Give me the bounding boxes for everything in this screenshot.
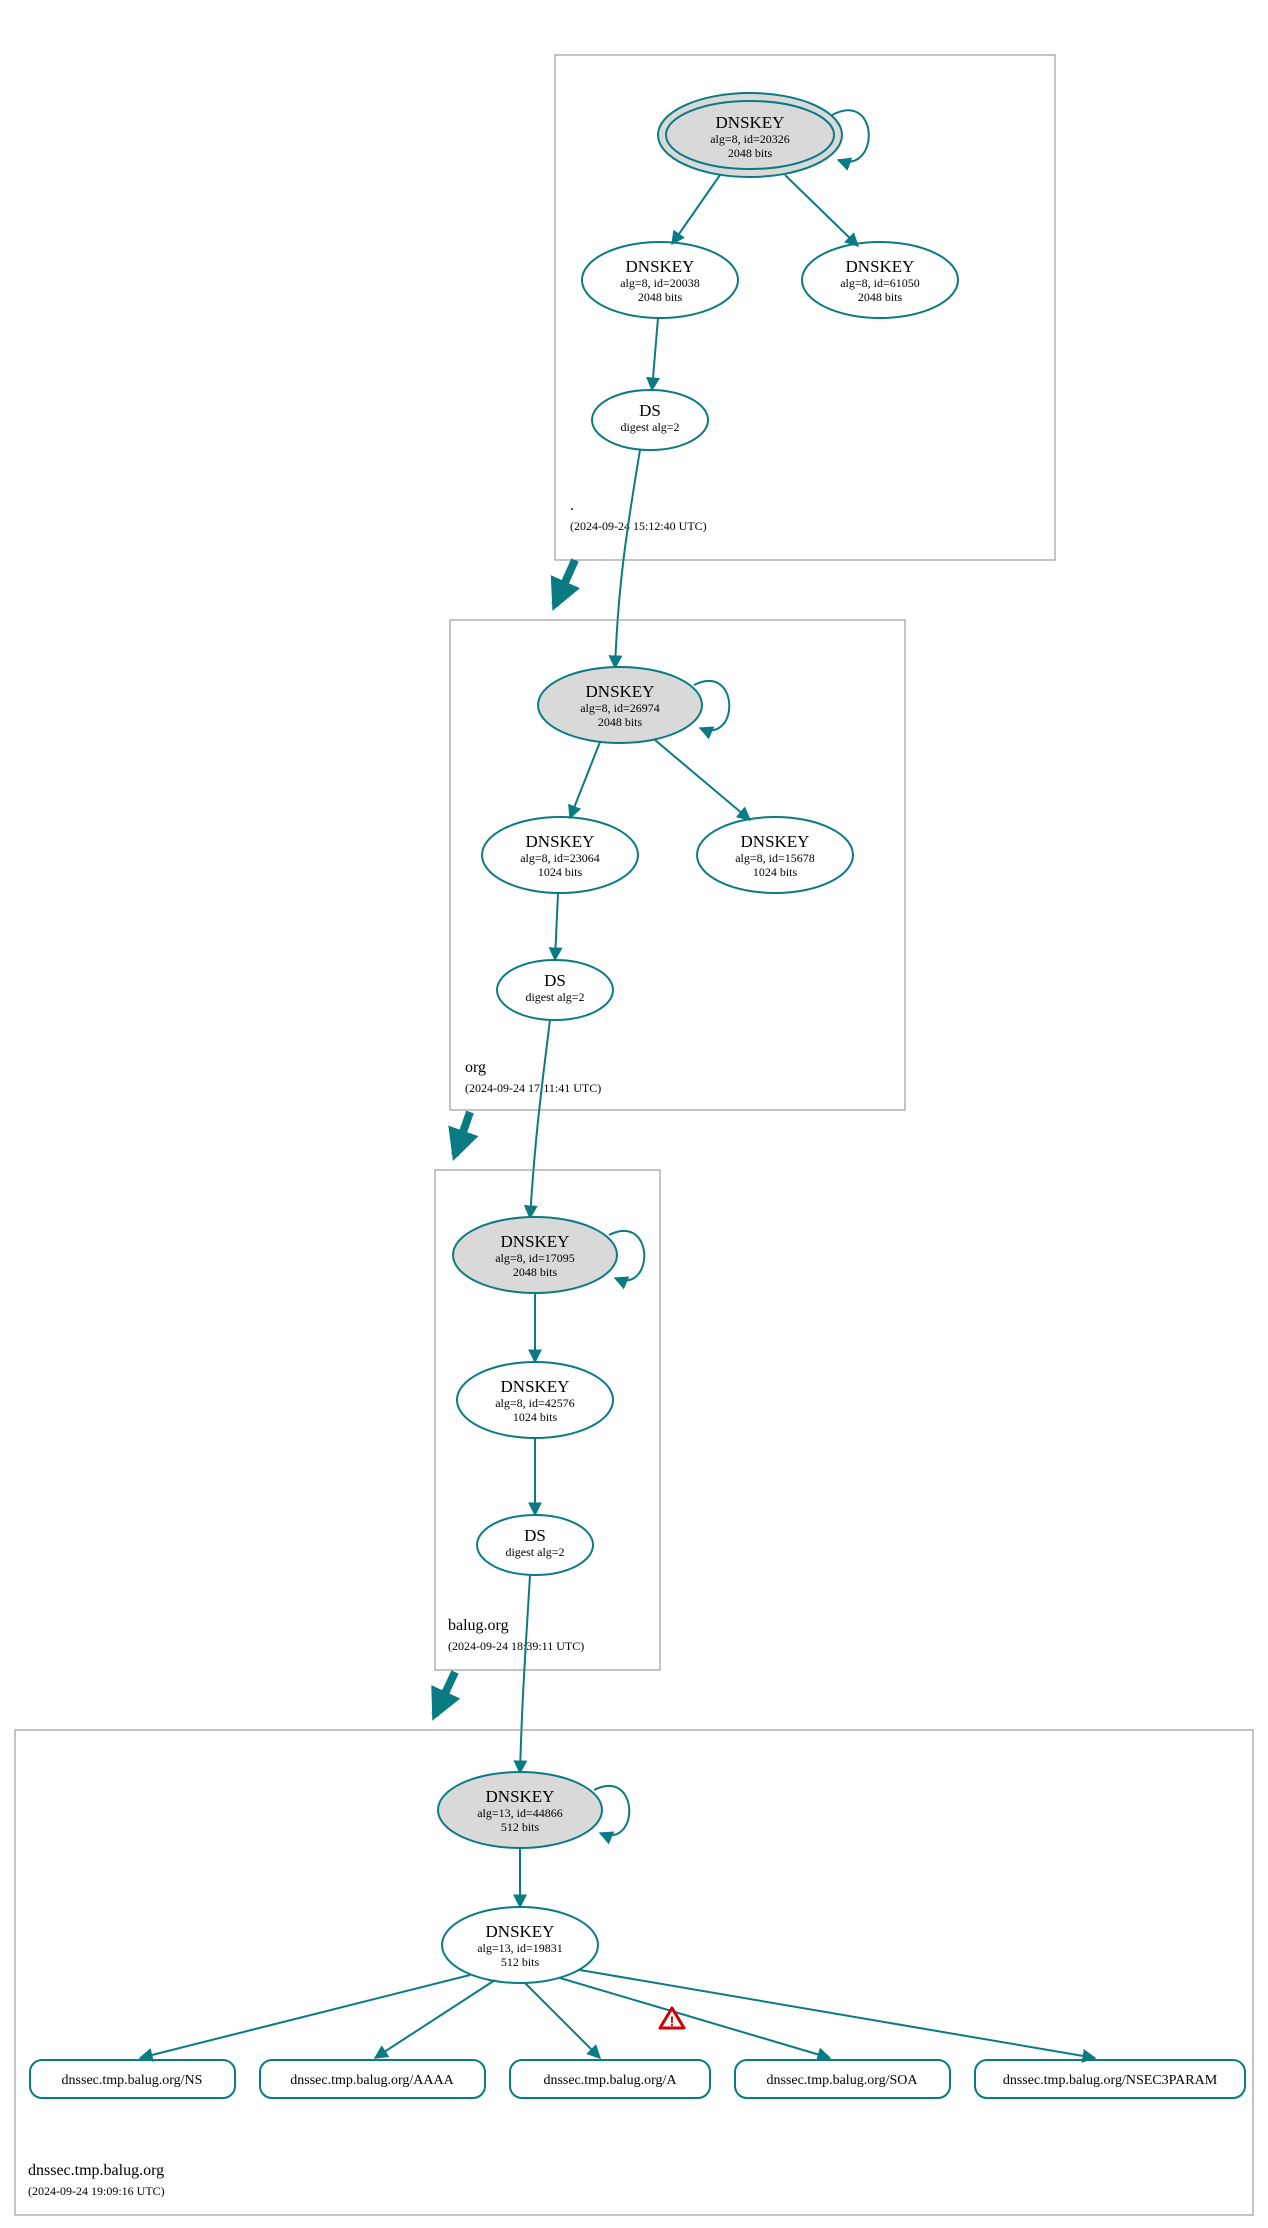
svg-text:DNSKEY: DNSKEY xyxy=(626,257,695,276)
rrset-a[interactable]: dnssec.tmp.balug.org/A xyxy=(510,2060,710,2098)
svg-text:1024 bits: 1024 bits xyxy=(538,865,583,879)
svg-text:alg=8, id=20326: alg=8, id=20326 xyxy=(710,132,790,146)
edge xyxy=(785,175,858,246)
svg-text:digest alg=2: digest alg=2 xyxy=(525,990,584,1004)
svg-text:alg=8, id=26974: alg=8, id=26974 xyxy=(580,701,660,715)
edge xyxy=(570,742,600,818)
label: DNSKEY xyxy=(716,113,785,132)
zone-root: DNSKEY alg=8, id=20326 2048 bits DNSKEY … xyxy=(555,55,1055,560)
rrset-aaaa[interactable]: dnssec.tmp.balug.org/AAAA xyxy=(260,2060,485,2098)
edge-ds-to-ksk xyxy=(520,1575,530,1773)
svg-text:alg=13, id=19831: alg=13, id=19831 xyxy=(477,1941,563,1955)
svg-text:DNSKEY: DNSKEY xyxy=(486,1922,555,1941)
rrset-soa[interactable]: dnssec.tmp.balug.org/SOA xyxy=(735,2060,950,2098)
svg-text:alg=8, id=42576: alg=8, id=42576 xyxy=(495,1396,575,1410)
edge xyxy=(672,175,720,244)
zone-title: . xyxy=(570,497,574,514)
edge xyxy=(375,1980,495,2058)
zone-title: dnssec.tmp.balug.org xyxy=(28,2162,164,2179)
node-root-zsk-right[interactable]: DNSKEY alg=8, id=61050 2048 bits xyxy=(802,242,958,318)
svg-text:512 bits: 512 bits xyxy=(501,1955,540,1969)
svg-text:DNSKEY: DNSKEY xyxy=(846,257,915,276)
svg-text:1024 bits: 1024 bits xyxy=(753,865,798,879)
svg-text:DS: DS xyxy=(639,401,661,420)
svg-text:2048 bits: 2048 bits xyxy=(728,146,773,160)
svg-text:dnssec.tmp.balug.org/NSEC3PARA: dnssec.tmp.balug.org/NSEC3PARAM xyxy=(1003,2073,1218,2088)
zone-balug: DNSKEY alg=8, id=17095 2048 bits DNSKEY … xyxy=(435,1170,660,1670)
zone-title: org xyxy=(465,1059,486,1076)
svg-text:dnssec.tmp.balug.org/NS: dnssec.tmp.balug.org/NS xyxy=(62,2073,203,2088)
svg-text:512 bits: 512 bits xyxy=(501,1820,540,1834)
node-dnssec-zsk[interactable]: DNSKEY alg=13, id=19831 512 bits xyxy=(442,1907,598,1983)
warning-icon: ! xyxy=(660,2008,684,2029)
svg-text:alg=8, id=20038: alg=8, id=20038 xyxy=(620,276,700,290)
node-root-ksk[interactable]: DNSKEY alg=8, id=20326 2048 bits xyxy=(658,93,842,177)
node-balug-zsk[interactable]: DNSKEY alg=8, id=42576 1024 bits xyxy=(457,1362,613,1438)
node-root-ds[interactable]: DS digest alg=2 xyxy=(592,390,708,450)
delegation-arrow xyxy=(435,1672,455,1715)
svg-text:2048 bits: 2048 bits xyxy=(858,290,903,304)
svg-text:DNSKEY: DNSKEY xyxy=(501,1377,570,1396)
node-org-zsk-left[interactable]: DNSKEY alg=8, id=23064 1024 bits xyxy=(482,817,638,893)
node-org-ds[interactable]: DS digest alg=2 xyxy=(497,960,613,1020)
edge-ds-to-ksk xyxy=(530,1020,550,1218)
svg-text:2048 bits: 2048 bits xyxy=(598,715,643,729)
node-root-zsk-left[interactable]: DNSKEY alg=8, id=20038 2048 bits xyxy=(582,242,738,318)
svg-text:alg=13, id=44866: alg=13, id=44866 xyxy=(477,1806,563,1820)
edge xyxy=(555,893,558,960)
svg-text:DS: DS xyxy=(524,1526,546,1545)
svg-text:DNSKEY: DNSKEY xyxy=(486,1787,555,1806)
edge xyxy=(580,1970,1095,2058)
svg-text:alg=8, id=17095: alg=8, id=17095 xyxy=(495,1251,575,1265)
svg-text:2048 bits: 2048 bits xyxy=(513,1265,558,1279)
rrset-ns[interactable]: dnssec.tmp.balug.org/NS xyxy=(30,2060,235,2098)
node-org-zsk-right[interactable]: DNSKEY alg=8, id=15678 1024 bits xyxy=(697,817,853,893)
svg-text:digest alg=2: digest alg=2 xyxy=(505,1545,564,1559)
svg-text:alg=8, id=15678: alg=8, id=15678 xyxy=(735,851,815,865)
svg-text:alg=8, id=61050: alg=8, id=61050 xyxy=(840,276,920,290)
zone-org: DNSKEY alg=8, id=26974 2048 bits DNSKEY … xyxy=(450,620,905,1110)
edge xyxy=(525,1983,600,2058)
node-dnssec-ksk[interactable]: DNSKEY alg=13, id=44866 512 bits xyxy=(438,1772,602,1848)
svg-text:2048 bits: 2048 bits xyxy=(638,290,683,304)
edge-ds-to-ksk xyxy=(615,450,640,668)
zone-timestamp: (2024-09-24 18:39:11 UTC) xyxy=(448,1639,584,1653)
edge xyxy=(140,1975,470,2058)
dnssec-chain-diagram: DNSKEY alg=8, id=20326 2048 bits DNSKEY … xyxy=(0,0,1268,2228)
svg-text:!: ! xyxy=(670,2013,675,2029)
svg-text:DNSKEY: DNSKEY xyxy=(741,832,810,851)
svg-text:DNSKEY: DNSKEY xyxy=(501,1232,570,1251)
svg-text:digest alg=2: digest alg=2 xyxy=(620,420,679,434)
rrset-nsec3param[interactable]: dnssec.tmp.balug.org/NSEC3PARAM xyxy=(975,2060,1245,2098)
edge xyxy=(652,318,658,390)
node-balug-ds[interactable]: DS digest alg=2 xyxy=(477,1515,593,1575)
node-org-ksk[interactable]: DNSKEY alg=8, id=26974 2048 bits xyxy=(538,667,702,743)
svg-text:alg=8, id=23064: alg=8, id=23064 xyxy=(520,851,600,865)
delegation-arrow xyxy=(455,1112,470,1155)
zone-timestamp: (2024-09-24 19:09:16 UTC) xyxy=(28,2184,165,2198)
svg-text:dnssec.tmp.balug.org/AAAA: dnssec.tmp.balug.org/AAAA xyxy=(290,2073,454,2088)
zone-timestamp: (2024-09-24 15:12:40 UTC) xyxy=(570,519,707,533)
svg-text:DS: DS xyxy=(544,971,566,990)
edge xyxy=(655,740,750,820)
svg-text:dnssec.tmp.balug.org/A: dnssec.tmp.balug.org/A xyxy=(543,2073,677,2088)
delegation-arrow xyxy=(555,560,575,605)
svg-text:DNSKEY: DNSKEY xyxy=(586,682,655,701)
zone-title: balug.org xyxy=(448,1617,509,1634)
svg-text:DNSKEY: DNSKEY xyxy=(526,832,595,851)
zone-dnssec-tmp-balug: DNSKEY alg=13, id=44866 512 bits DNSKEY … xyxy=(15,1730,1253,2215)
svg-text:dnssec.tmp.balug.org/SOA: dnssec.tmp.balug.org/SOA xyxy=(766,2073,918,2088)
svg-text:1024 bits: 1024 bits xyxy=(513,1410,558,1424)
zone-timestamp: (2024-09-24 17:11:41 UTC) xyxy=(465,1081,601,1095)
node-balug-ksk[interactable]: DNSKEY alg=8, id=17095 2048 bits xyxy=(453,1217,617,1293)
